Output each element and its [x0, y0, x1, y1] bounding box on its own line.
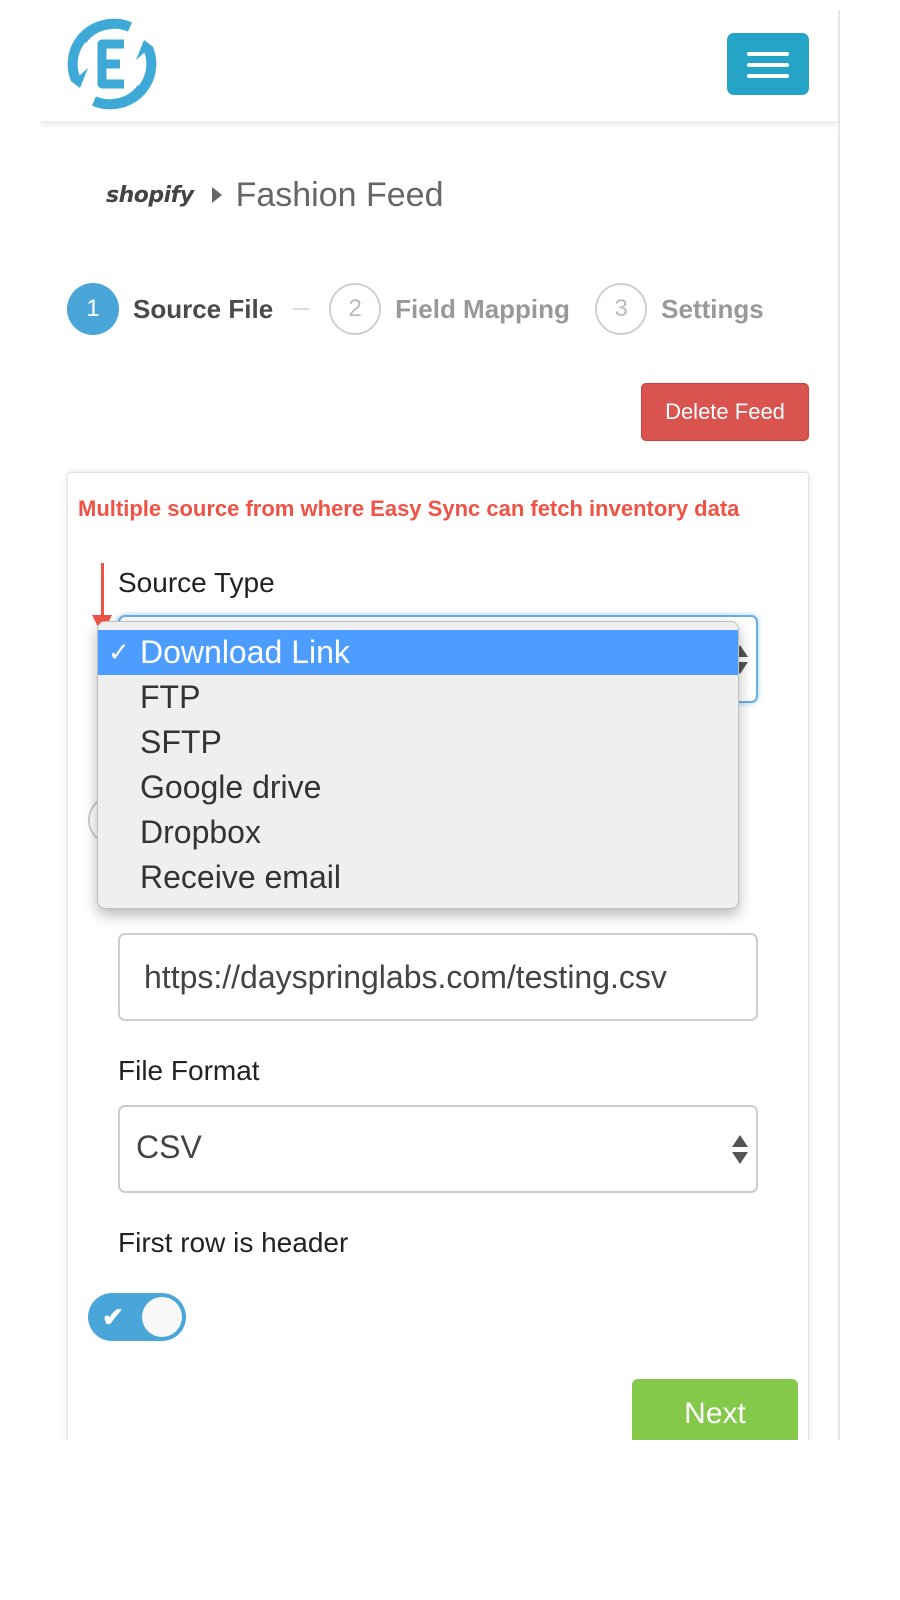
viewport: shopify Fashion Feed 1 Source File 2 Fie… — [0, 0, 900, 1600]
first-row-header-label: First row is header — [118, 1227, 349, 1258]
file-format-label: File Format — [118, 1055, 260, 1086]
hamburger-menu-button[interactable] — [727, 33, 809, 95]
step-2-indicator[interactable]: 2 — [329, 283, 382, 335]
option-label: Google drive — [140, 769, 322, 805]
file-format-select[interactable]: CSV — [118, 1105, 758, 1193]
source-type-dropdown-menu: ✓ Download Link FTP SFTP Google drive Dr… — [97, 621, 739, 909]
dropdown-option-download-link[interactable]: ✓ Download Link — [98, 630, 738, 675]
caret-right-icon — [211, 187, 222, 203]
step-1-indicator[interactable]: 1 — [67, 283, 119, 335]
step-3-indicator[interactable]: 3 — [595, 283, 648, 335]
checkmark-icon: ✓ — [108, 637, 130, 667]
breadcrumb: shopify Fashion Feed — [106, 175, 443, 215]
hamburger-bar — [747, 74, 789, 78]
hamburger-menu-icon — [747, 52, 789, 56]
hamburger-bar — [747, 63, 789, 67]
first-row-header-toggle[interactable]: ✔ — [88, 1293, 186, 1341]
dropdown-option-receive-email[interactable]: Receive email — [98, 855, 738, 900]
option-label: SFTP — [140, 724, 222, 760]
dropdown-option-google-drive[interactable]: Google drive — [98, 765, 738, 810]
feed-title: Fashion Feed — [235, 175, 444, 214]
file-format-value: CSV — [136, 1129, 202, 1165]
step-3-label[interactable]: Settings — [661, 294, 764, 325]
next-button[interactable]: Next — [632, 1379, 798, 1440]
easy-sync-logo-icon[interactable] — [66, 18, 158, 110]
toggle-knob — [142, 1297, 182, 1337]
dropdown-option-dropbox[interactable]: Dropbox — [98, 810, 738, 855]
option-label: Dropbox — [140, 814, 261, 850]
check-icon: ✔ — [102, 1302, 124, 1332]
annotation-arrow-icon — [101, 563, 104, 623]
step-divider — [293, 308, 310, 310]
select-spinner-icon — [732, 1135, 748, 1165]
option-label: Receive email — [140, 859, 341, 895]
step-2-label[interactable]: Field Mapping — [395, 294, 577, 325]
step-1-label[interactable]: Source File — [133, 294, 273, 325]
source-file-card: Multiple source from where Easy Sync can… — [67, 472, 809, 1440]
shopify-logo[interactable]: shopify — [106, 183, 194, 208]
wizard-steps: 1 Source File 2 Field Mapping 3 Settings — [67, 283, 764, 335]
navbar — [40, 10, 838, 122]
dropdown-option-sftp[interactable]: SFTP — [98, 720, 738, 765]
dropdown-option-ftp[interactable]: FTP — [98, 675, 738, 720]
annotation-text: Multiple source from where Easy Sync can… — [78, 496, 740, 521]
download-url-input[interactable] — [118, 933, 758, 1021]
delete-feed-button[interactable]: Delete Feed — [641, 383, 809, 441]
source-type-label: Source Type — [118, 567, 275, 598]
option-label: Download Link — [140, 634, 350, 670]
option-label: FTP — [140, 679, 201, 715]
